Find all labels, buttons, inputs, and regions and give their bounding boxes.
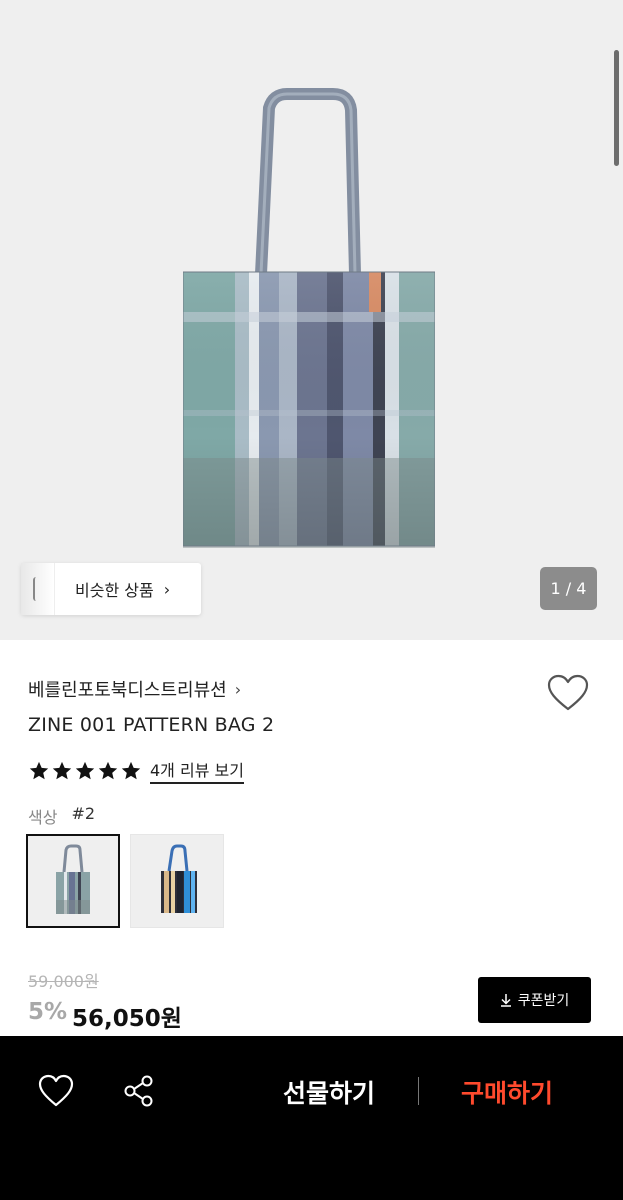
gift-button[interactable]: 선물하기	[266, 1072, 392, 1112]
bottom-bar-divider	[418, 1077, 419, 1105]
share-icon[interactable]	[122, 1074, 156, 1108]
rating-stars	[28, 760, 142, 782]
color-swatch-option[interactable]	[130, 834, 224, 928]
similar-product-thumbnail	[21, 563, 55, 615]
star-icon	[29, 761, 49, 779]
brand-link[interactable]: 베를린포토북디스트리뷰션 ›	[28, 676, 241, 702]
scrollbar[interactable]	[614, 50, 619, 166]
star-icon	[75, 761, 95, 779]
star-icon	[52, 761, 72, 779]
wishlist-heart-icon[interactable]	[38, 1074, 74, 1108]
discount-rate: 5%	[28, 999, 68, 1025]
buy-button[interactable]: 구매하기	[444, 1072, 570, 1112]
image-counter: 1 / 4	[540, 567, 597, 610]
bottom-action-bar	[0, 1036, 623, 1200]
similar-products-label: 비슷한 상품	[75, 581, 154, 600]
brand-name: 베를린포토북디스트리뷰션	[28, 680, 227, 701]
product-image	[182, 88, 436, 550]
star-icon	[98, 761, 118, 779]
chevron-right-icon: ›	[234, 679, 242, 699]
download-icon	[500, 994, 511, 1007]
original-price: 59,000원	[28, 972, 99, 991]
coupon-label: 쿠폰받기	[517, 993, 570, 1009]
review-link[interactable]: 4개 리뷰 보기	[150, 757, 244, 784]
wishlist-heart-icon[interactable]	[547, 674, 589, 712]
color-option-label: 색상 #2	[28, 804, 95, 828]
chevron-right-icon: ›	[163, 579, 171, 599]
star-icon	[121, 761, 141, 779]
color-label-value: #2	[71, 804, 96, 823]
product-image-gallery[interactable]: 비슷한 상품 › 1 / 4	[0, 0, 623, 640]
coupon-download-button[interactable]: 쿠폰받기	[478, 977, 591, 1023]
similar-products-button[interactable]: 비슷한 상품 ›	[21, 563, 201, 615]
product-title: ZINE 001 PATTERN BAG 2	[28, 714, 275, 736]
final-price: 56,050원	[72, 1006, 182, 1032]
rating-row: 4개 리뷰 보기	[28, 757, 244, 784]
color-swatch-selected[interactable]	[26, 834, 120, 928]
color-label-key: 색상	[28, 808, 58, 827]
